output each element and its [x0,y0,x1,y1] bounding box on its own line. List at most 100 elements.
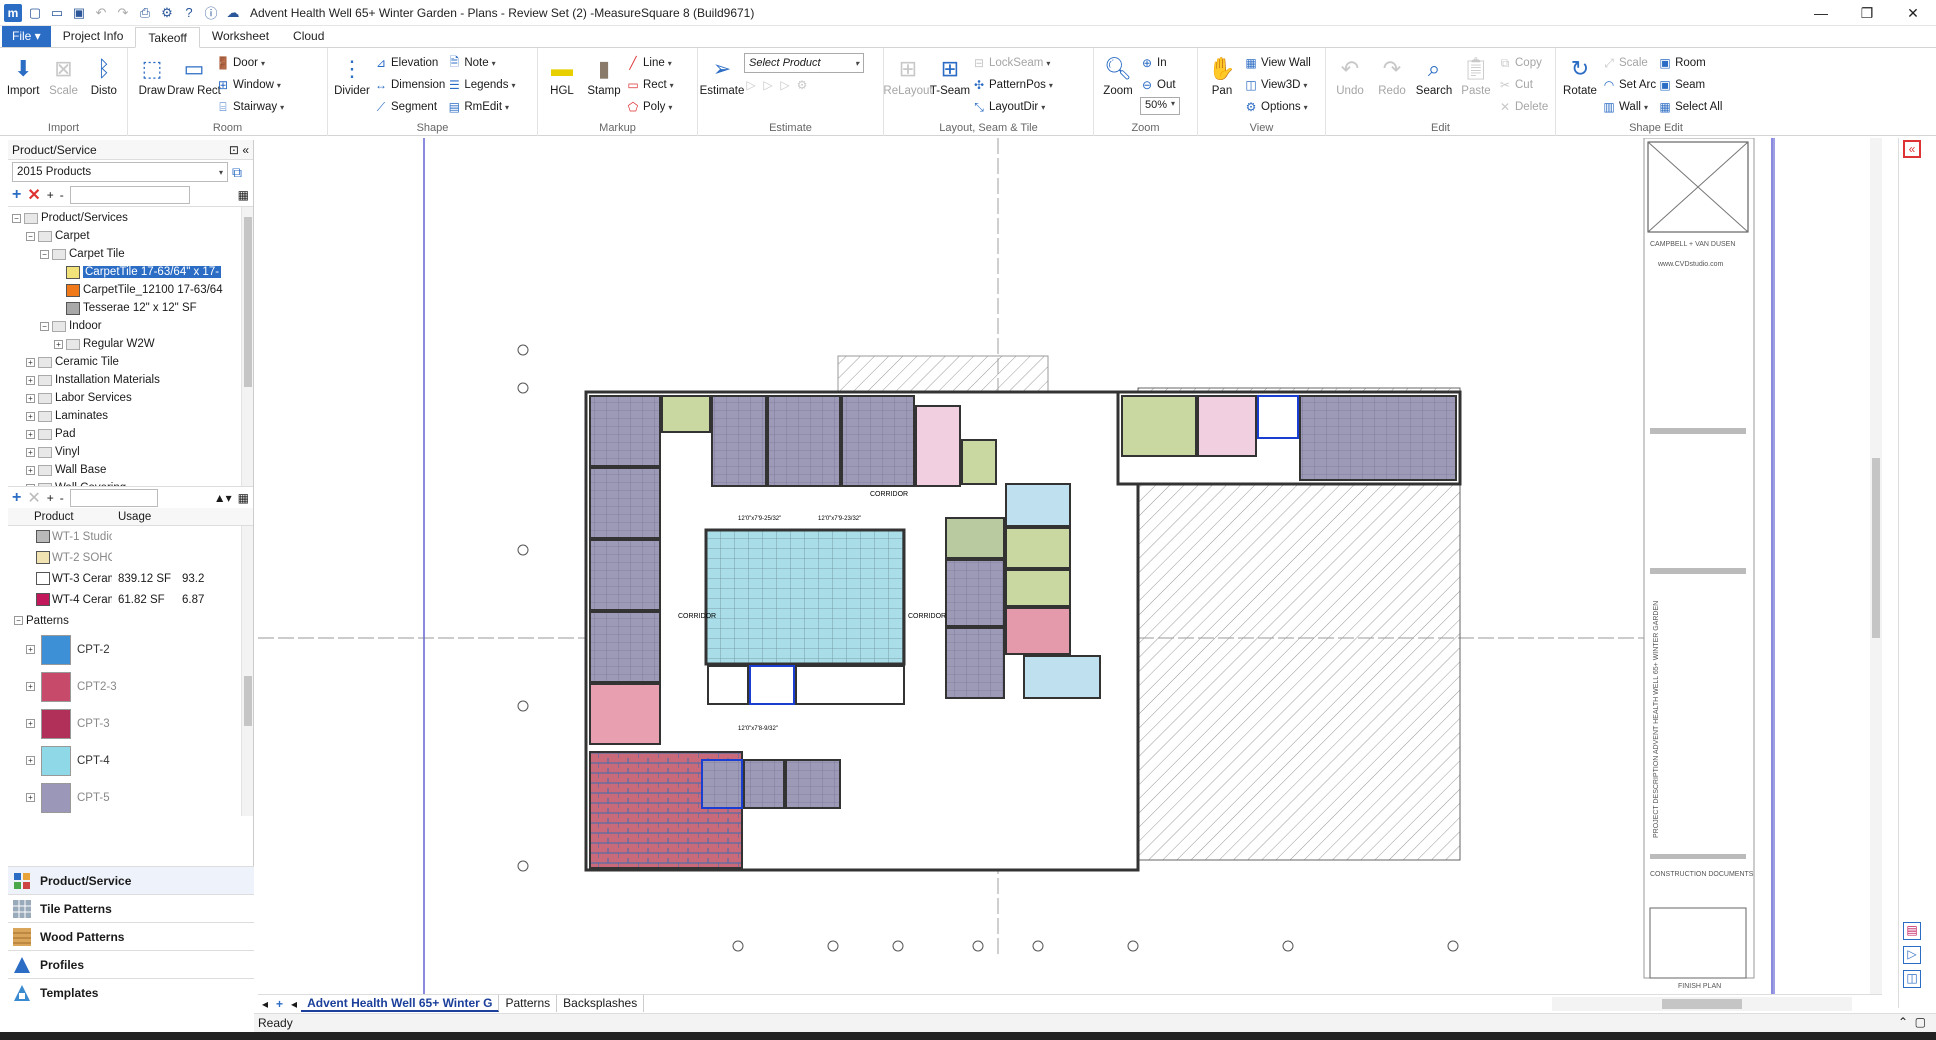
tab-file[interactable]: File ▾ [2,26,51,47]
pattern-item[interactable]: + CPT-3 [8,705,253,742]
pan-button[interactable]: ✋ Pan [1202,51,1242,98]
expand-node-icon[interactable]: + [26,465,35,475]
sheet-tab-patterns[interactable]: Patterns [499,995,558,1012]
sheet-nav-prev-icon[interactable]: ◂ [287,997,301,1011]
select-all-button[interactable]: ▦ Select All [1658,97,1722,117]
floor-plan[interactable]: CORRIDOR CORRIDOR CORRIDOR 12'0"x7'9-25/… [258,138,1882,994]
poly-button[interactable]: ⬠ Poly ▾ [626,97,674,117]
expand-node-icon[interactable]: + [26,682,35,691]
print-icon[interactable]: ⎙ [136,4,154,22]
tree-node[interactable]: − Carpet Tile [8,245,253,263]
tab-worksheet[interactable]: Worksheet [200,26,281,47]
search-button[interactable]: ⌕ Search [1414,51,1454,98]
patternpos-button[interactable]: ✣ PatternPos ▾ [972,75,1053,95]
zoom-in-button[interactable]: ⊕ In [1140,53,1180,73]
t-seam-button[interactable]: ⊞ T-Seam [930,51,970,98]
dimension-button[interactable]: ↔ Dimension [374,75,445,95]
expand-icon[interactable]: + [47,188,54,202]
tree-node[interactable]: CarpetTile_12100 17-63/64 [8,281,253,299]
grid-view-icon[interactable]: ▦ [238,188,249,202]
tree-node[interactable]: − Carpet [8,227,253,245]
tree-node[interactable]: + Pad [8,425,253,443]
tree-node[interactable]: Tesserae 12" x 12" SF [8,299,253,317]
collapse-icon[interactable]: - [60,188,64,202]
patterns-section[interactable]: − Patterns [8,610,253,631]
sheet-tab-plan[interactable]: Advent Health Well 65+ Winter G [301,995,500,1012]
zoom-button[interactable]: 🔍︎ Zoom [1098,51,1138,98]
usage-row[interactable]: WT-1 Studio [8,526,253,547]
note-button[interactable]: 🗎 Note ▾ [447,53,515,73]
tree-search-input[interactable] [69,186,190,204]
grid-expand-icon[interactable]: + [47,491,54,505]
line-button[interactable]: ╱ Line ▾ [626,53,674,73]
properties-icon[interactable]: ▤ [1903,922,1921,940]
pattern-item[interactable]: + CPT-5 [8,779,253,816]
room-select-button[interactable]: ▣ Room [1658,53,1722,73]
tree-node[interactable]: + Wall Covering [8,479,253,486]
pattern-item[interactable]: + CPT2-3 [8,668,253,705]
scale-button[interactable]: ⊠ Scale [44,51,82,98]
collapse-node-icon[interactable]: − [40,321,49,331]
collapse-node-icon[interactable]: − [40,249,49,259]
tree-node[interactable]: + Vinyl [8,443,253,461]
add-icon[interactable]: + [12,186,21,204]
minimize-button[interactable]: — [1798,0,1844,26]
cut-button[interactable]: ✂ Cut [1498,75,1548,95]
select-product-dropdown[interactable]: Select Product ▾ [744,53,864,73]
remove-icon[interactable]: ✕ [27,185,40,205]
wall-button[interactable]: ▥ Wall ▾ [1602,97,1656,117]
expand-node-icon[interactable]: + [26,411,35,421]
expand-node-icon[interactable]: + [26,393,35,403]
copy-button[interactable]: ⧉ Copy [1498,53,1548,73]
elevation-button[interactable]: ⊿ Elevation [374,53,445,73]
rect-button[interactable]: ▭ Rect ▾ [626,75,673,95]
collapse-panel-icon[interactable]: « [242,143,249,157]
sheet-tab-backsplashes[interactable]: Backsplashes [557,995,645,1012]
grid-scrollbar[interactable] [241,526,253,816]
expand-node-icon[interactable]: + [26,719,35,728]
grid-search-input[interactable] [69,488,158,507]
options-button[interactable]: ⚙ Options ▾ [1244,97,1311,117]
tree-node[interactable]: CarpetTile 17-63/64" x 17- [8,263,253,281]
sheet-nav-left-icon[interactable]: ◂ [258,997,272,1011]
pin-icon[interactable]: ⊡ [229,143,239,157]
grid-layout-icon[interactable]: ▦ [238,491,249,505]
delete-button[interactable]: ✕ Delete [1498,97,1548,117]
seam-select-button[interactable]: ▣ Seam [1658,75,1722,95]
settings-icon[interactable]: ⚙ [158,4,176,22]
door-button[interactable]: 🚪 Door ▾ [216,53,284,73]
new-file-icon[interactable]: ▢ [26,4,44,22]
sort-icon[interactable]: ▲▾ [214,491,232,505]
collapse-node-icon[interactable]: − [26,231,35,241]
tab-takeoff[interactable]: Takeoff [135,27,200,48]
grid-add-icon[interactable]: + [12,489,21,507]
zoom-level-select[interactable]: 50% ▾ [1140,97,1180,115]
nav-tile-patterns[interactable]: Tile Patterns [8,894,254,922]
nav-wood-patterns[interactable]: Wood Patterns [8,922,254,950]
rmedit-button[interactable]: ▤ RmEdit ▾ [447,97,515,117]
expand-node-icon[interactable]: + [54,339,63,349]
window-button[interactable]: ⊞ Window ▾ [216,75,284,95]
collapse-right-icon[interactable]: « [1903,140,1921,158]
help-icon[interactable]: ? [180,4,198,22]
horizontal-scrollbar[interactable] [1552,996,1852,1011]
pattern-item[interactable]: + CPT-2 [8,631,253,668]
expand-node-icon[interactable]: + [26,645,35,654]
restore-button[interactable]: ❐ [1844,0,1890,26]
usage-row[interactable]: WT-4 Ceram 61.82 SF 6.87 [8,589,253,610]
view-wall-button[interactable]: ▦ View Wall [1244,53,1311,73]
play-icon[interactable]: ▷ [1903,946,1921,964]
tree-node[interactable]: + Labor Services [8,389,253,407]
stamp-button[interactable]: ▮ Stamp [584,51,624,98]
tree-node[interactable]: − Product/Services [8,209,253,227]
import-button[interactable]: ⬇ Import [4,51,42,98]
segment-button[interactable]: ⟋ Segment [374,97,445,117]
tree-node[interactable]: + Installation Materials [8,371,253,389]
nav-profiles[interactable]: Profiles [8,950,254,978]
tab-project-info[interactable]: Project Info [51,26,136,47]
expand-node-icon[interactable]: + [26,793,35,802]
expand-node-icon[interactable]: + [26,483,35,486]
nav-product-service[interactable]: Product/Service [8,866,254,894]
scale-shape-button[interactable]: ⤢ Scale [1602,53,1656,73]
legends-button[interactable]: ☰ Legends ▾ [447,75,516,95]
